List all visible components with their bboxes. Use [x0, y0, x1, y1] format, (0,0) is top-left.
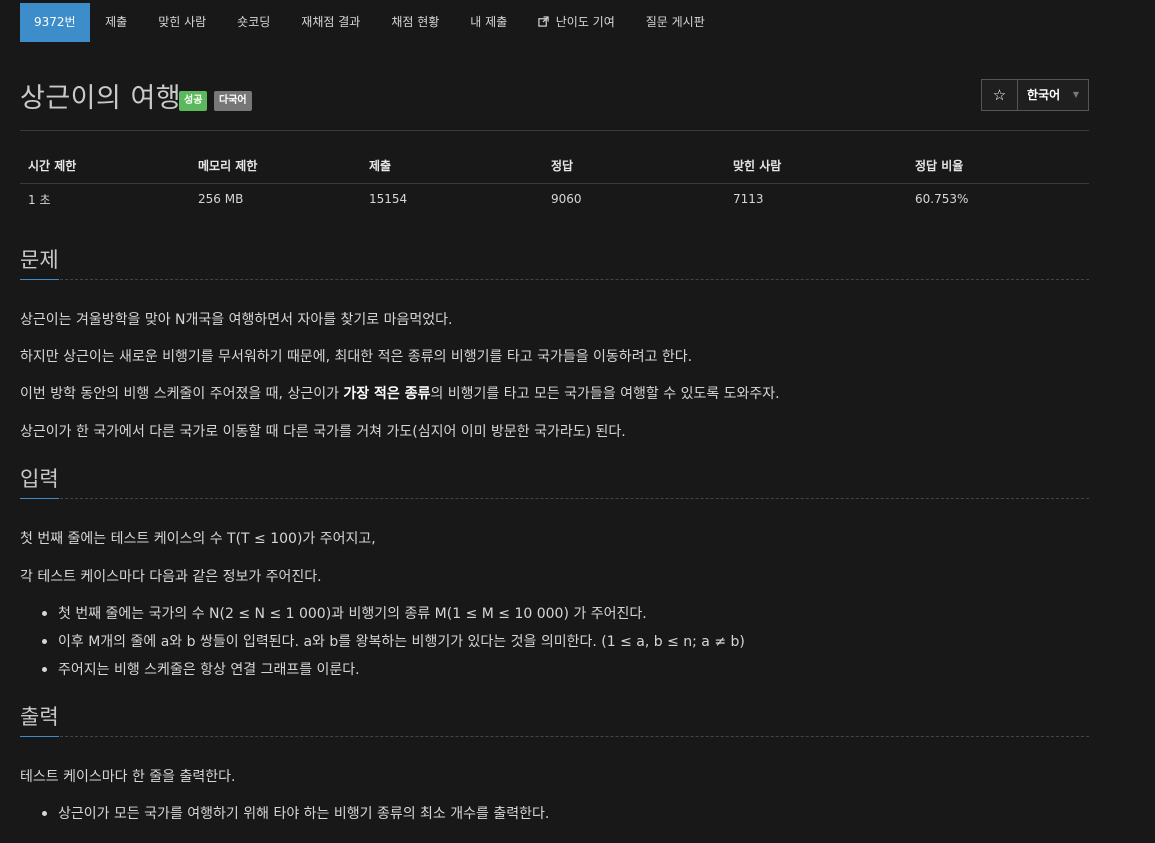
tab-short-coding[interactable]: 숏코딩 [222, 3, 286, 42]
problem-title: 상근이의 여행 [20, 83, 182, 114]
text-span: 이번 방학 동안의 비행 스케줄이 주어졌을 때, 상근이가 [20, 386, 344, 402]
problem-section-heading: 문제 [20, 244, 1089, 280]
bold-text: 가장 적은 종류 [343, 386, 431, 402]
language-label: 한국어 [1027, 88, 1061, 102]
header-memory-limit: 메모리 제한 [190, 148, 361, 184]
input-paragraph: 첫 번째 줄에는 테스트 케이스의 수 T(T ≤ 100)가 주어지고, [20, 531, 376, 547]
output-paragraph: 테스트 케이스마다 한 줄을 출력한다. [20, 769, 236, 785]
header-submissions: 제출 [361, 148, 543, 184]
list-item: 이후 M개의 줄에 a와 b 쌍들이 입력된다. a와 b를 왕복하는 비행기가… [40, 631, 745, 659]
multilang-badge: 다국어 [214, 91, 252, 111]
header-solved-users: 맞힌 사람 [725, 148, 907, 184]
header-time-limit: 시간 제한 [20, 148, 190, 184]
language-select[interactable]: 한국어 ▼ [1017, 79, 1089, 111]
memory-limit-value: 256 MB [198, 192, 244, 207]
header-accepted: 정답 [543, 148, 725, 184]
output-heading-text: 출력 [20, 701, 59, 737]
solved-users-value: 7113 [733, 192, 764, 207]
description-paragraph: 이번 방학 동안의 비행 스케줄이 주어졌을 때, 상근이가 가장 적은 종류의… [20, 383, 780, 403]
list-item: 첫 번째 줄에는 국가의 수 N(2 ≤ N ≤ 1 000)과 비행기의 종류… [40, 603, 745, 631]
input-list: 첫 번째 줄에는 국가의 수 N(2 ≤ N ≤ 1 000)과 비행기의 종류… [40, 603, 745, 687]
table-row: 1 초 256 MB 15154 9060 7113 60.753% [20, 183, 1089, 215]
title-divider [20, 130, 1089, 131]
text-span: 의 비행기를 타고 모든 국가들을 여행할 수 있도록 도와주자. [430, 386, 780, 402]
input-section-heading: 입력 [20, 463, 1089, 499]
star-icon: ☆ [992, 86, 1007, 104]
tab-question-board[interactable]: 질문 게시판 [630, 3, 720, 42]
tab-submit[interactable]: 제출 [90, 3, 143, 42]
description-paragraph: 상근이는 겨울방학을 맞아 N개국을 여행하면서 자아를 찾기로 마음먹었다. [20, 312, 453, 328]
caret-down-icon: ▼ [1072, 90, 1079, 99]
problem-info-table: 시간 제한 메모리 제한 제출 정답 맞힌 사람 정답 비율 1 초 256 M… [20, 148, 1089, 215]
accepted-value: 9060 [551, 192, 582, 207]
tab-solved-users[interactable]: 맞힌 사람 [143, 3, 222, 42]
output-list: 상근이가 모든 국가를 여행하기 위해 타야 하는 비행기 종류의 최소 개수를… [40, 803, 549, 831]
tab-status[interactable]: 채점 현황 [376, 3, 455, 42]
problem-tabs: 9372번 제출 맞힌 사람 숏코딩 재채점 결과 채점 현황 내 제출 난이도… [20, 3, 720, 42]
tab-problem[interactable]: 9372번 [20, 3, 90, 42]
success-badge: 성공 [179, 91, 208, 111]
time-limit-value: 1 초 [28, 192, 51, 207]
input-paragraph: 각 테스트 케이스마다 다음과 같은 정보가 주어진다. [20, 569, 322, 585]
accept-ratio-value: 60.753% [915, 192, 969, 207]
list-item: 주어지는 비행 스케줄은 항상 연결 그래프를 이룬다. [40, 659, 745, 687]
list-item: 상근이가 모든 국가를 여행하기 위해 타야 하는 비행기 종류의 최소 개수를… [40, 803, 549, 831]
problem-header: 상근이의 여행 성공 다국어 ☆ 한국어 ▼ [20, 76, 1089, 116]
submissions-value: 15154 [369, 192, 408, 207]
tab-my-submissions[interactable]: 내 제출 [455, 3, 523, 42]
description-paragraph: 하지만 상근이는 새로운 비행기를 무서워하기 때문에, 최대한 적은 종류의 … [20, 349, 693, 365]
external-link-icon [538, 16, 553, 29]
table-header-row: 시간 제한 메모리 제한 제출 정답 맞힌 사람 정답 비율 [20, 148, 1089, 184]
description-paragraph: 상근이가 한 국가에서 다른 국가로 이동할 때 다른 국가를 거쳐 가도(심지… [20, 424, 626, 440]
favorite-star-button[interactable]: ☆ [981, 79, 1018, 111]
problem-heading-text: 문제 [20, 244, 59, 280]
output-section-heading: 출력 [20, 701, 1089, 737]
tab-rejudge[interactable]: 재채점 결과 [286, 3, 376, 42]
input-heading-text: 입력 [20, 463, 59, 499]
tab-difficulty-contribution[interactable]: 난이도 기여 [523, 3, 631, 42]
tab-difficulty-label: 난이도 기여 [555, 15, 615, 29]
header-accept-ratio: 정답 비율 [907, 148, 1089, 184]
